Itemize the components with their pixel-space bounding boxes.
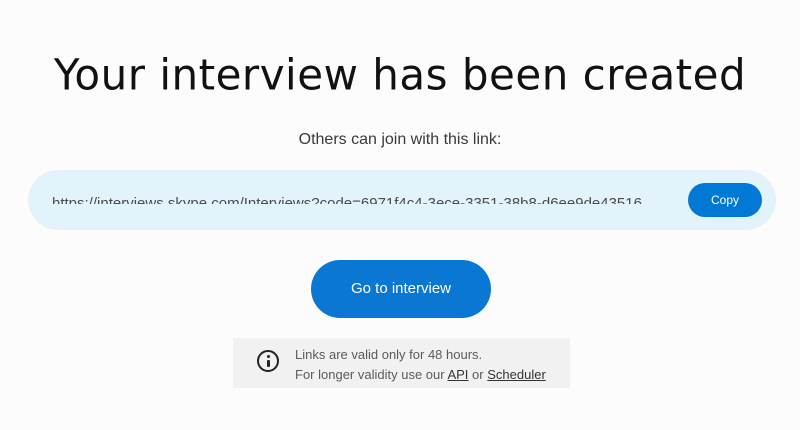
info-icon [257, 350, 279, 372]
share-link-label: Others can join with this link: [298, 131, 502, 148]
api-link[interactable]: API [447, 367, 468, 382]
go-to-interview-button[interactable]: Go to interview [311, 260, 491, 318]
validity-line-2: For longer validity use our API or Sched… [295, 365, 546, 385]
copy-button[interactable]: Copy [688, 183, 762, 217]
validity-notice: Links are valid only for 48 hours. For l… [233, 338, 570, 388]
validity-line-2-prefix: For longer validity use our [295, 367, 448, 382]
scheduler-link[interactable]: Scheduler [487, 367, 546, 382]
validity-line-1: Links are valid only for 48 hours. [295, 347, 483, 362]
validity-notice-text: Links are valid only for 48 hours. For l… [295, 345, 546, 385]
page-title: Your interview has been created [53, 49, 747, 100]
share-link-url[interactable]: https://interviews.skype.com/Interviews?… [52, 192, 672, 204]
validity-line-2-or: or [468, 367, 488, 382]
share-link-box: https://interviews.skype.com/Interviews?… [28, 170, 776, 230]
